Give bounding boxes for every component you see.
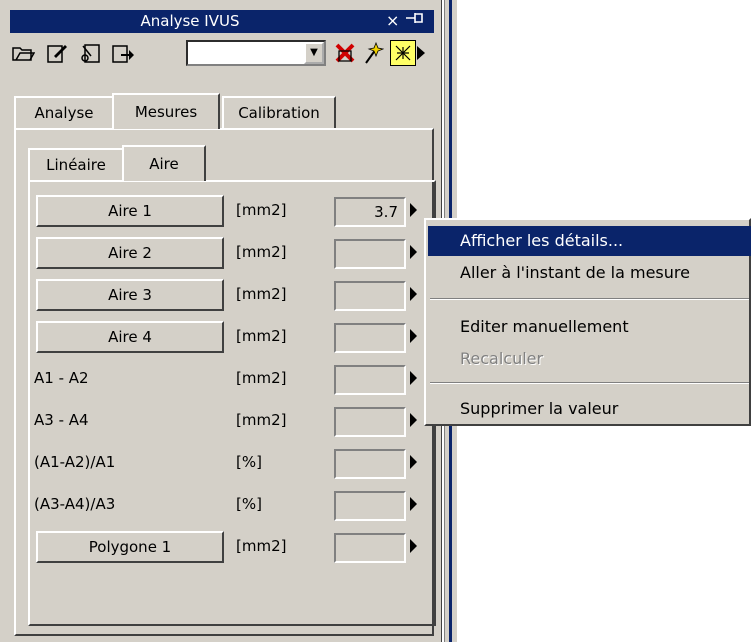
- edit-document-icon[interactable]: [44, 40, 70, 66]
- toolbar: ▼: [10, 36, 434, 70]
- panel-title: Analyse IVUS: [140, 12, 240, 30]
- tab-mesures[interactable]: Mesures: [112, 93, 220, 129]
- analysis-panel: Analyse IVUS × ▼ Analyse Mesures Calibra…: [0, 0, 442, 642]
- close-icon[interactable]: ×: [386, 11, 399, 30]
- unit-label: [mm2]: [236, 285, 287, 303]
- unit-label: [%]: [236, 453, 262, 471]
- unit-label: [mm2]: [236, 537, 287, 555]
- menu-item-afficher-details[interactable]: Afficher les détails...: [428, 226, 751, 256]
- value-field: [334, 491, 406, 521]
- value-field: [334, 239, 406, 269]
- row-menu-arrow-icon[interactable]: [410, 329, 417, 343]
- aire-2-button[interactable]: Aire 2: [36, 237, 224, 269]
- measurement-row-a1-a2: A1 - A2 [mm2]: [34, 361, 434, 397]
- measurement-label: (A1-A2)/A1: [34, 453, 116, 471]
- aire-3-button[interactable]: Aire 3: [36, 279, 224, 311]
- measurement-row-aire-4: Aire 4 [mm2]: [34, 319, 434, 355]
- row-menu-arrow-icon[interactable]: [410, 245, 417, 259]
- more-arrow-icon[interactable]: [414, 40, 428, 66]
- row-menu-arrow-icon[interactable]: [410, 203, 417, 217]
- measurement-row-aire-1: Aire 1 [mm2] 3.7: [34, 193, 434, 229]
- measurement-label: A3 - A4: [34, 411, 89, 429]
- menu-item-editer-manuellement[interactable]: Editer manuellement: [428, 312, 751, 342]
- value-field: [334, 407, 406, 437]
- measurement-row-aire-2: Aire 2 [mm2]: [34, 235, 434, 271]
- menu-separator: [430, 382, 749, 384]
- value-field: [334, 449, 406, 479]
- measurement-row-a1-a2-ratio: (A1-A2)/A1 [%]: [34, 445, 434, 481]
- panel-titlebar[interactable]: Analyse IVUS ×: [10, 10, 434, 33]
- row-menu-arrow-icon[interactable]: [410, 287, 417, 301]
- tab-calibration[interactable]: Calibration: [222, 96, 336, 128]
- measurement-row-aire-3: Aire 3 [mm2]: [34, 277, 434, 313]
- tab-lineaire[interactable]: Linéaire: [28, 148, 124, 180]
- measurement-row-polygone-1: Polygone 1 [mm2]: [34, 529, 434, 565]
- unit-label: [mm2]: [236, 327, 287, 345]
- export-icon[interactable]: [110, 40, 136, 66]
- row-menu-arrow-icon[interactable]: [410, 497, 417, 511]
- measurement-row-a3-a4: A3 - A4 [mm2]: [34, 403, 434, 439]
- measurement-row-a3-a4-ratio: (A3-A4)/A3 [%]: [34, 487, 434, 523]
- row-menu-arrow-icon[interactable]: [410, 455, 417, 469]
- aire-1-button[interactable]: Aire 1: [36, 195, 224, 227]
- menu-separator: [430, 298, 749, 300]
- open-folder-icon[interactable]: [10, 40, 36, 66]
- cut-document-icon[interactable]: [78, 40, 104, 66]
- chevron-down-icon[interactable]: ▼: [304, 42, 324, 64]
- menu-item-supprimer-valeur[interactable]: Supprimer la valeur: [428, 394, 751, 424]
- measurement-label: (A3-A4)/A3: [34, 495, 116, 513]
- tab-aire[interactable]: Aire: [122, 145, 206, 181]
- unit-label: [%]: [236, 495, 262, 513]
- polygone-1-button[interactable]: Polygone 1: [36, 531, 224, 563]
- measurement-label: A1 - A2: [34, 369, 89, 387]
- menu-item-aller-instant[interactable]: Aller à l'instant de la mesure: [428, 258, 751, 288]
- unit-label: [mm2]: [236, 243, 287, 261]
- pin-icon[interactable]: [406, 11, 424, 29]
- row-menu-arrow-icon[interactable]: [410, 539, 417, 553]
- aire-4-button[interactable]: Aire 4: [36, 321, 224, 353]
- value-field: [334, 323, 406, 353]
- unit-label: [mm2]: [236, 411, 287, 429]
- wand-icon[interactable]: [360, 40, 386, 66]
- delete-icon[interactable]: [332, 40, 358, 66]
- toggle-icon[interactable]: [390, 40, 416, 66]
- unit-label: [mm2]: [236, 201, 287, 219]
- value-field: [334, 281, 406, 311]
- tab-analyse[interactable]: Analyse: [14, 96, 114, 128]
- context-menu: Afficher les détails... Aller à l'instan…: [424, 218, 751, 426]
- value-field: [334, 533, 406, 563]
- measurement-combo[interactable]: ▼: [186, 40, 326, 66]
- unit-label: [mm2]: [236, 369, 287, 387]
- menu-item-recalculer: Recalculer: [460, 349, 544, 368]
- value-field: 3.7: [334, 197, 406, 227]
- row-menu-arrow-icon[interactable]: [410, 413, 417, 427]
- value-field: [334, 365, 406, 395]
- row-menu-arrow-icon[interactable]: [410, 371, 417, 385]
